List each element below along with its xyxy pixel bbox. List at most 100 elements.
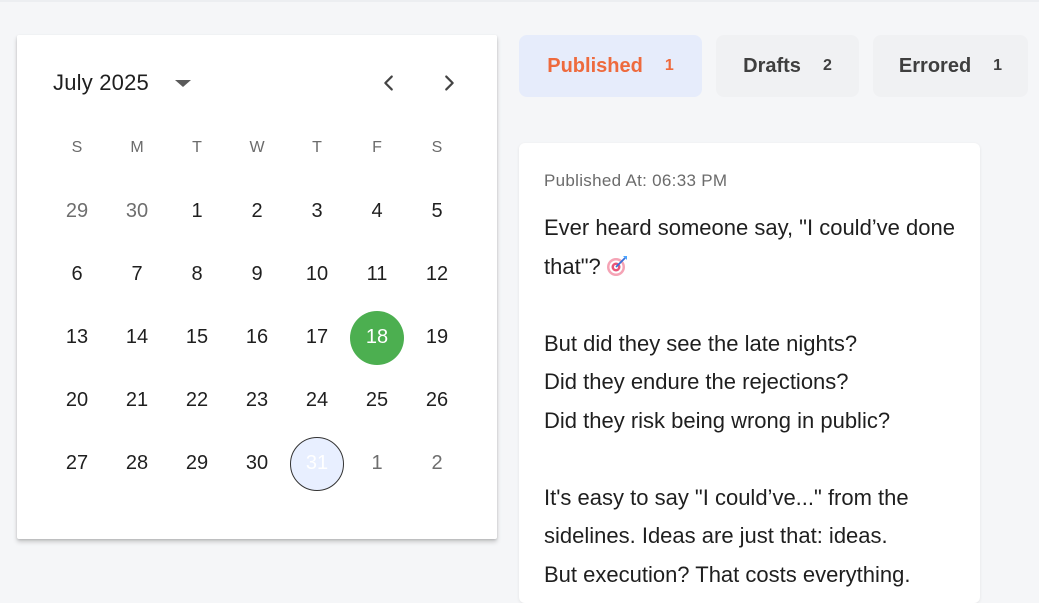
post-body: Ever heard someone say, "I could’ve done…	[544, 209, 964, 594]
calendar-day-number: 7	[131, 263, 143, 285]
calendar-day[interactable]: 13	[47, 306, 107, 369]
calendar-day[interactable]: 2	[227, 180, 287, 243]
calendar-day-number: 4	[371, 200, 383, 222]
chevron-right-icon	[445, 75, 454, 91]
weekday-label: F	[372, 139, 382, 156]
weekday-label: T	[192, 139, 202, 156]
tab-published-label: Published	[547, 54, 643, 77]
calendar-day[interactable]: 19	[407, 306, 467, 369]
calendar-day[interactable]: 28	[107, 432, 167, 495]
calendar-day[interactable]: 30	[107, 180, 167, 243]
previous-month-button[interactable]	[371, 65, 407, 101]
calendar-day[interactable]: 16	[227, 306, 287, 369]
calendar-day-number: 28	[125, 452, 149, 474]
calendar-day[interactable]: 29	[47, 180, 107, 243]
tab-errored[interactable]: Errored 1	[873, 35, 1028, 97]
tab-published[interactable]: Published 1	[519, 35, 702, 97]
tab-published-count: 1	[664, 57, 674, 74]
published-at-timestamp: Published At: 06:33 PM	[544, 171, 728, 190]
calendar-day-number: 16	[245, 326, 269, 348]
month-year-label[interactable]: July 2025	[53, 70, 149, 96]
calendar-day[interactable]: 23	[227, 369, 287, 432]
calendar-day-number: 26	[425, 389, 449, 411]
calendar-header: July 2025	[53, 65, 191, 101]
weekday-header-row: S M T W T F S	[47, 135, 467, 161]
post-line: Did they endure the rejections?	[544, 369, 849, 394]
date-picker-calendar: July 2025 S M T W T F S 29 30 1 2 3 4 5 6 7 8 9 10 1…	[17, 35, 497, 539]
calendar-day-number: 12	[425, 263, 449, 285]
calendar-days-grid: 29 30 1 2 3 4 5 6 7 8 9 10 11 12 13 14 15 16 17 18 19 20 21 22 2…	[47, 180, 467, 495]
calendar-day[interactable]: 5	[407, 180, 467, 243]
calendar-day[interactable]: 20	[47, 369, 107, 432]
calendar-day-number: 27	[65, 452, 89, 474]
weekday-label: W	[249, 139, 265, 156]
calendar-day[interactable]: 14	[107, 306, 167, 369]
calendar-day-number: 18	[350, 310, 404, 365]
calendar-day-number: 9	[251, 263, 263, 285]
calendar-day[interactable]: 29	[167, 432, 227, 495]
calendar-day-number: 11	[366, 263, 388, 285]
calendar-day[interactable]: 6	[47, 243, 107, 306]
caret-down-icon[interactable]	[174, 79, 191, 87]
chevron-left-icon	[384, 75, 393, 91]
next-month-button[interactable]	[431, 65, 467, 101]
calendar-day-number: 29	[185, 452, 209, 474]
calendar-day-number: 31	[290, 436, 344, 491]
calendar-day[interactable]: 1	[167, 180, 227, 243]
calendar-day-number: 21	[125, 389, 149, 411]
calendar-day[interactable]: 25	[347, 369, 407, 432]
calendar-day[interactable]: 2	[407, 432, 467, 495]
published-post-card[interactable]: Published At: 06:33 PM Ever heard someon…	[519, 143, 980, 603]
calendar-day[interactable]: 3	[287, 180, 347, 243]
calendar-day[interactable]: 4	[347, 180, 407, 243]
calendar-day[interactable]: 8	[167, 243, 227, 306]
calendar-day[interactable]: 7	[107, 243, 167, 306]
calendar-day-number: 8	[191, 263, 203, 285]
calendar-day-number: 17	[305, 326, 329, 348]
calendar-day-number: 20	[65, 389, 89, 411]
weekday-label: T	[312, 139, 322, 156]
weekday-label: S	[431, 139, 443, 156]
tab-drafts-count: 2	[822, 57, 832, 74]
calendar-day[interactable]: 10	[287, 243, 347, 306]
calendar-day-number: 10	[305, 263, 329, 285]
tab-errored-label: Errored	[898, 54, 972, 77]
tab-drafts[interactable]: Drafts 2	[716, 35, 859, 97]
post-line: Did they risk being wrong in public?	[544, 407, 891, 433]
calendar-day[interactable]: 26	[407, 369, 467, 432]
calendar-day[interactable]: 17	[287, 306, 347, 369]
calendar-day-number: 3	[311, 200, 323, 222]
post-paragraph: Ever heard someone say, "I could’ve done…	[544, 209, 964, 286]
calendar-day-today[interactable]: 31	[287, 432, 347, 495]
calendar-day-number: 2	[251, 200, 263, 222]
calendar-day[interactable]: 22	[167, 369, 227, 432]
calendar-day[interactable]: 11	[347, 243, 407, 306]
calendar-day-number: 30	[125, 200, 149, 222]
calendar-day[interactable]: 27	[47, 432, 107, 495]
calendar-day[interactable]: 21	[107, 369, 167, 432]
calendar-day-number: 2	[431, 452, 443, 474]
calendar-day-number: 1	[191, 200, 203, 222]
post-line: But did they see the late nights?	[544, 330, 858, 356]
calendar-day-number: 14	[125, 326, 149, 348]
top-divider	[0, 0, 1039, 2]
post-line: It's easy to say "I could’ve..." from th…	[544, 484, 909, 549]
calendar-day[interactable]: 1	[347, 432, 407, 495]
calendar-day-number: 1	[371, 452, 383, 474]
calendar-day[interactable]: 24	[287, 369, 347, 432]
tab-errored-count: 1	[993, 57, 1003, 74]
calendar-day-number: 22	[185, 389, 209, 411]
calendar-day-selected[interactable]: 18	[347, 306, 407, 369]
post-line: But execution? That costs everything.	[544, 561, 911, 587]
calendar-day-number: 25	[365, 389, 389, 411]
calendar-day[interactable]: 15	[167, 306, 227, 369]
calendar-day-number: 30	[245, 452, 269, 474]
calendar-day[interactable]: 9	[227, 243, 287, 306]
tab-drafts-label: Drafts	[743, 54, 801, 77]
weekday-label: S	[71, 139, 83, 156]
calendar-day[interactable]: 30	[227, 432, 287, 495]
calendar-day-number: 5	[431, 200, 443, 222]
calendar-day[interactable]: 12	[407, 243, 467, 306]
